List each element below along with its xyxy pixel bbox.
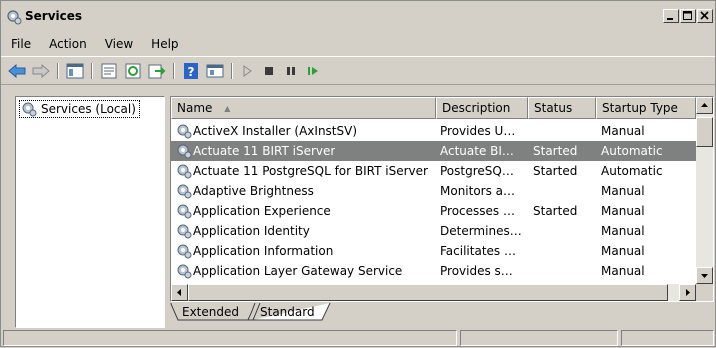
scroll-right-button[interactable]: [679, 284, 696, 301]
pause-icon[interactable]: [281, 62, 301, 80]
resume-icon[interactable]: [303, 62, 323, 80]
maximize-button[interactable]: [680, 9, 696, 23]
cell-description: Provides U…: [440, 124, 516, 138]
scroll-up-button[interactable]: [696, 97, 713, 114]
scroll-thumb[interactable]: [696, 117, 713, 147]
status-panel-main: [3, 330, 457, 346]
horizontal-scrollbar[interactable]: [171, 284, 696, 301]
services-window: Services File Action View Help ? Service…: [0, 0, 716, 347]
table-row[interactable]: Application Experience Processes … Started…: [171, 201, 696, 221]
status-panel-right: [621, 330, 714, 346]
tab-extended[interactable]: Extended: [176, 303, 245, 321]
cell-description: Determines…: [440, 224, 522, 238]
status-panel-middle: [460, 330, 618, 346]
tree-item-label: Services (Local): [41, 102, 136, 116]
menu-view[interactable]: View: [95, 33, 141, 55]
svg-text:?: ?: [188, 65, 195, 79]
column-header-description[interactable]: Description: [436, 97, 528, 119]
menu-help[interactable]: Help: [141, 33, 186, 55]
show-hide-tree-icon[interactable]: [65, 62, 85, 80]
forward-icon[interactable]: [31, 62, 51, 80]
stop-icon[interactable]: [259, 62, 279, 80]
cell-name: Application Identity: [193, 224, 310, 238]
cell-status: Started: [533, 144, 578, 158]
back-icon[interactable]: [7, 62, 27, 80]
cell-name: Actuate 11 BIRT iServer: [193, 144, 336, 158]
cell-description: PostgreSQ…: [440, 164, 514, 178]
export-list-icon[interactable]: [147, 62, 167, 80]
play-icon[interactable]: [237, 62, 257, 80]
service-gear-icon: [176, 223, 192, 239]
services-list: Name ▲ Description Status Startup Type A…: [170, 96, 714, 302]
service-gear-icon: [176, 183, 192, 199]
cell-name: Application Layer Gateway Service: [193, 264, 403, 278]
cell-description: Actuate BI…: [440, 144, 514, 158]
sort-ascending-icon: ▲: [224, 103, 231, 113]
service-gear-icon: [176, 123, 192, 139]
cell-name: ActiveX Installer (AxInstSV): [193, 124, 358, 138]
cell-status: Started: [533, 204, 578, 218]
tree-item-services-local[interactable]: Services (Local): [19, 100, 140, 118]
service-gear-icon: [176, 143, 192, 159]
console-icon[interactable]: [205, 62, 225, 80]
cell-startup-type: Manual: [601, 204, 645, 218]
close-button[interactable]: [697, 9, 713, 23]
cell-startup-type: Manual: [601, 264, 645, 278]
cell-description: Processes …: [440, 204, 515, 218]
table-row[interactable]: Application Identity Determines… Manual: [171, 221, 696, 241]
table-row[interactable]: Actuate 11 BIRT iServer Actuate BI… Starte…: [171, 141, 696, 161]
status-bar: [1, 328, 715, 348]
cell-startup-type: Manual: [601, 124, 645, 138]
scroll-down-button[interactable]: [696, 267, 713, 284]
table-row[interactable]: Adaptive Brightness Monitors a… Manual: [171, 181, 696, 201]
cell-description: Provides s…: [440, 264, 513, 278]
tab-standard[interactable]: Standard: [254, 303, 321, 321]
cell-name: Application Experience: [193, 204, 331, 218]
column-header-row: Name ▲ Description Status Startup Type: [171, 97, 696, 119]
minimize-button[interactable]: [663, 9, 679, 23]
view-tabs: Extended Standard: [170, 303, 714, 323]
scroll-left-button[interactable]: [171, 284, 188, 301]
table-row[interactable]: Application Information Facilitates … Manu…: [171, 241, 696, 261]
cell-name: Actuate 11 PostgreSQL for BIRT iServer: [193, 164, 428, 178]
menu-action[interactable]: Action: [39, 33, 95, 55]
services-gear-icon: [21, 101, 37, 117]
service-gear-icon: [176, 243, 192, 259]
table-row[interactable]: Actuate 11 PostgreSQL for BIRT iServer Po…: [171, 161, 696, 181]
service-gear-icon: [176, 203, 192, 219]
cell-description: Monitors a…: [440, 184, 516, 198]
refresh-icon[interactable]: [123, 62, 143, 80]
scroll-corner: [696, 284, 713, 301]
cell-name: Application Information: [193, 244, 334, 258]
service-gear-icon: [176, 163, 192, 179]
menu-bar: File Action View Help: [1, 32, 715, 56]
column-header-name[interactable]: Name ▲: [171, 97, 436, 119]
cell-status: Started: [533, 164, 578, 178]
column-header-status[interactable]: Status: [528, 97, 596, 119]
horizontal-scroll-thumb[interactable]: [188, 284, 668, 301]
cell-startup-type: Manual: [601, 244, 645, 258]
title-bar[interactable]: Services: [1, 1, 715, 31]
tree-pane: Services (Local): [15, 96, 165, 328]
column-header-startup-type[interactable]: Startup Type: [596, 97, 696, 119]
vertical-scrollbar[interactable]: [696, 97, 713, 284]
window-title: Services: [25, 9, 83, 23]
menu-file[interactable]: File: [1, 33, 39, 55]
service-gear-icon: [176, 263, 192, 279]
cell-description: Facilitates …: [440, 244, 516, 258]
toolbar: ?: [1, 56, 715, 85]
services-gear-icon: [6, 9, 22, 25]
cell-startup-type: Manual: [601, 224, 645, 238]
cell-startup-type: Automatic: [601, 164, 663, 178]
properties-icon[interactable]: [99, 62, 119, 80]
cell-name: Adaptive Brightness: [193, 184, 314, 198]
table-row[interactable]: Application Layer Gateway Service Provide…: [171, 261, 696, 281]
cell-startup-type: Automatic: [601, 144, 663, 158]
help-icon[interactable]: ?: [181, 62, 201, 80]
cell-startup-type: Manual: [601, 184, 645, 198]
table-row[interactable]: ActiveX Installer (AxInstSV) Provides U… M…: [171, 121, 696, 141]
